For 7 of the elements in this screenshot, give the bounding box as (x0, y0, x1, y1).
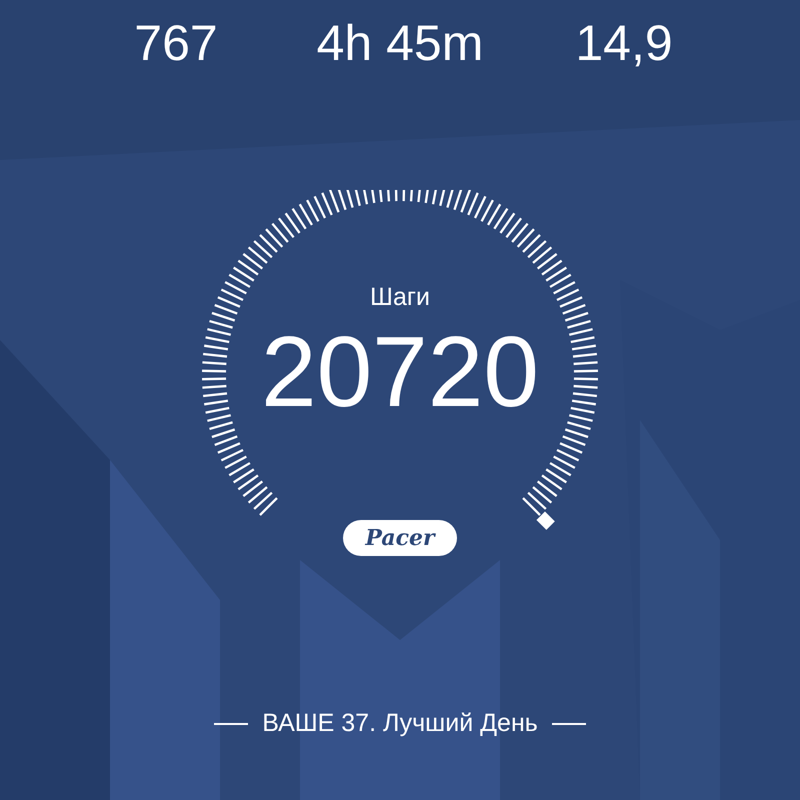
logo: Pacer (343, 520, 457, 556)
steps-label: Шаги (370, 285, 430, 310)
stat-value: 14,9 (574, 18, 674, 73)
steps-count: 20720 (260, 322, 540, 422)
best-day-text: ВАШЕ 37. Лучший День (262, 708, 538, 739)
stat-value: 4h 45m (316, 18, 484, 73)
stat-value: 767 (133, 18, 219, 73)
